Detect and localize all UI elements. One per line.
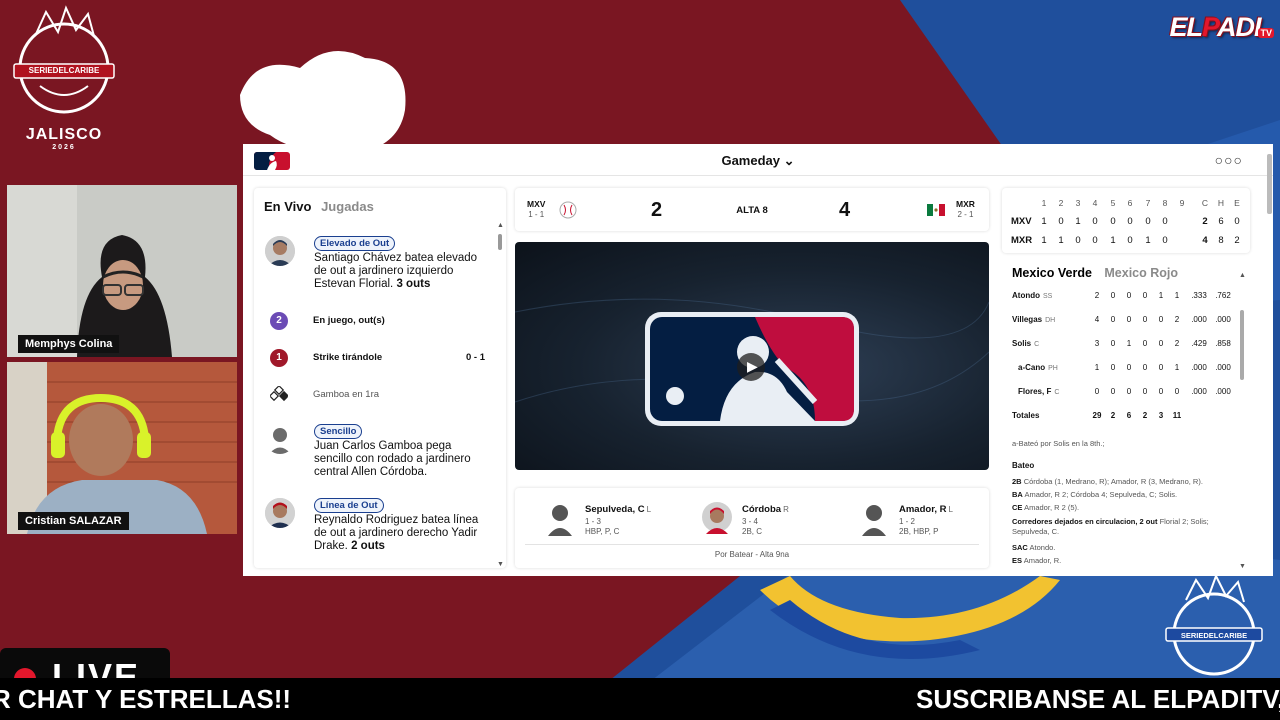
play-icon: ▶ [747, 358, 758, 374]
batting-note: Corredores dejados en circulacion, 2 out… [1012, 517, 1209, 536]
window-scrollbar[interactable] [1267, 154, 1272, 564]
event-logo-name-bottom: SERIEDELCARIBE [1180, 631, 1248, 640]
pitch-item[interactable]: 2 En juego, out(s) [265, 310, 495, 332]
gameday-title-dropdown[interactable]: Gameday ⌄ [243, 153, 1273, 169]
play-item[interactable]: Sencillo Juan Carlos Gamboa pega sencill… [265, 424, 495, 484]
play-item[interactable]: Elevado de Out Santiago Chávez batea ele… [265, 236, 495, 296]
linescore-header: 1 2 3 4 5 6 7 8 9 C H E [1041, 198, 1240, 208]
player-silhouette-icon [548, 505, 572, 536]
gameday-header: Gameday ⌄ ○○○ [243, 144, 1273, 176]
linescore-row-away: MXV 1 0 1 0 0 0 0 0 2 6 0 [1011, 216, 1240, 227]
scroll-down-icon[interactable]: ▼ [1239, 563, 1246, 570]
scoreline: MXV 1 - 1 2 ALTA 8 4 MXR 2 - 1 [515, 188, 989, 231]
batter-row[interactable]: Flores, FC 0 0 0 0 0 0 .000 .000 [1012, 387, 1232, 401]
play-result-badge: Línea de Out [314, 498, 384, 513]
batter-card[interactable]: Córdoba R 3 - 4 2B, C [702, 502, 852, 542]
base-runner-icon [270, 386, 288, 402]
webcam-host-1: Memphys Colina [7, 185, 237, 357]
divider [525, 544, 979, 545]
player-headshot [265, 236, 295, 266]
runner-description: Gamboa en 1ra [313, 389, 380, 400]
mexico-flag-icon [927, 204, 945, 216]
event-year: 2026 [52, 144, 76, 151]
linescore-row-home: MXR 1 1 0 0 1 0 1 0 4 8 2 [1011, 235, 1240, 246]
box-score: Mexico Verde Mexico Rojo Atondo SS 2 0 0 … [1002, 256, 1250, 570]
news-ticker: R CHAT Y ESTRELLAS!! SUSCRIBANSE AL ELPA… [0, 678, 1280, 720]
video-player[interactable]: ▶ [515, 242, 989, 470]
play-result-badge: Elevado de Out [314, 236, 396, 251]
caribbean-series-emblem-icon [1165, 573, 1263, 676]
webcam-host-2: Cristian SALAZAR [7, 362, 237, 534]
pitch-item[interactable]: 1 Strike tirándole 0 - 1 [265, 347, 495, 369]
player-headshot [265, 424, 295, 454]
totals-row: Totales 29 2 6 2 3 11 [1012, 411, 1182, 420]
batting-note: CE Amador, R 2 (5). [1012, 503, 1080, 512]
boxscore-scrollbar[interactable]: ▲ ▼ [1239, 272, 1246, 570]
gameday-window: Gameday ⌄ ○○○ En Vivo Jugadas ▲ ▼ Elevad… [243, 144, 1273, 576]
more-icon[interactable]: ○○○ [1215, 152, 1243, 168]
pitch-count: 0 - 1 [465, 352, 485, 363]
play-description: Juan Carlos Gamboa pega sencillo con rod… [314, 440, 471, 478]
linescore: 1 2 3 4 5 6 7 8 9 C H E MXV 1 0 1 0 0 0 … [1002, 188, 1250, 253]
tab-en-vivo[interactable]: En Vivo [264, 199, 311, 214]
tab-mexico-rojo[interactable]: Mexico Rojo [1104, 266, 1178, 280]
player-headshot [702, 502, 732, 534]
host-1-video [7, 185, 237, 357]
play-description: Santiago Chávez batea elevado de out a j… [314, 252, 478, 290]
play-item[interactable]: Línea de Out Reynaldo Rodriguez batea lí… [265, 498, 495, 558]
matchup-panel: Sepulveda, CL 1 - 3 HBP, P, C Córdoba R 3… [515, 488, 989, 568]
pitch-number: 1 [270, 349, 288, 367]
live-indicator: LIVE [0, 648, 170, 680]
batting-note: 2B Córdoba (1, Medrano, R); Amador, R (3… [1012, 477, 1203, 486]
batter-card[interactable]: Sepulveda, CL 1 - 3 HBP, P, C [545, 502, 695, 542]
scroll-up-icon[interactable]: ▲ [1239, 272, 1246, 279]
play-feed: En Vivo Jugadas ▲ ▼ Elevado de Out Santi… [254, 188, 506, 568]
pitch-description: Strike tirándole [313, 352, 383, 363]
on-deck-label: Por Batear - Alta 9na [714, 550, 790, 559]
chevron-down-icon: ⌄ [783, 153, 795, 168]
batter-row[interactable]: a-Cano PH 1 0 0 0 0 1 .000 .000 [1012, 363, 1232, 377]
play-result-badge: Sencillo [314, 424, 363, 439]
event-logo-name: SERIEDELCARIBE [28, 66, 100, 75]
brand-tv-badge: TV [1258, 28, 1274, 38]
home-score: 4 [839, 199, 851, 221]
event-city: JALISCO [25, 126, 103, 143]
serie-del-caribe-logo: SERIEDELCARIBE JALISCO 2026 [6, 4, 122, 154]
ticker-message: R CHAT Y ESTRELLAS!! [0, 684, 292, 714]
batter-row[interactable]: Solis C 3 0 1 0 0 2 .429 .858 [1012, 339, 1232, 353]
play-description: Reynaldo Rodriguez batea línea de out a … [314, 514, 479, 552]
pitch-description: En juego, out(s) [313, 315, 385, 326]
play-button[interactable]: ▶ [737, 353, 765, 381]
home-team[interactable]: MXR 2 - 1 [956, 199, 975, 219]
host-2-name: Cristian SALAZAR [18, 512, 129, 530]
inning-status: ALTA 8 [736, 205, 768, 216]
batting-section-title: Bateo [1012, 461, 1035, 470]
scroll-up-icon[interactable]: ▲ [497, 222, 504, 229]
footnote: a-Bateó por Solis en la 8th.; [1012, 439, 1105, 448]
tab-jugadas[interactable]: Jugadas [321, 199, 374, 214]
tab-mexico-verde[interactable]: Mexico Verde [1012, 266, 1092, 280]
player-headshot [265, 498, 295, 528]
scroll-down-icon[interactable]: ▼ [497, 561, 504, 568]
pitch-number: 2 [270, 312, 288, 330]
feed-scrollbar[interactable]: ▲ ▼ [497, 222, 504, 568]
host-1-name: Memphys Colina [18, 335, 120, 353]
batter-row[interactable]: Villegas DH 4 0 0 0 0 2 .000 .000 [1012, 315, 1232, 329]
host-2-video [7, 362, 237, 534]
batting-note: ES Amador, R. [1012, 556, 1062, 565]
batter-card[interactable]: Amador, RL 1 - 2 2B, HBP, P [859, 502, 1009, 542]
runner-item[interactable]: Gamboa en 1ra [265, 384, 495, 406]
serie-del-caribe-logo-bottom: SERIEDELCARIBE [1158, 573, 1270, 678]
batting-note: SAC Atondo. [1012, 543, 1056, 552]
elpaditv-logo: ELPADI TV [1169, 12, 1274, 42]
player-silhouette-icon [862, 505, 886, 536]
ticker-message: SUSCRIBANSE AL ELPADITV, C [916, 684, 1280, 714]
caribbean-series-emblem-icon [13, 5, 115, 114]
batter-row[interactable]: Atondo SS 2 0 0 0 1 1 .333 .762 [1012, 291, 1232, 305]
batting-note: BA Amador, R 2; Córdoba 4; Sepulveda, C;… [1012, 490, 1178, 499]
